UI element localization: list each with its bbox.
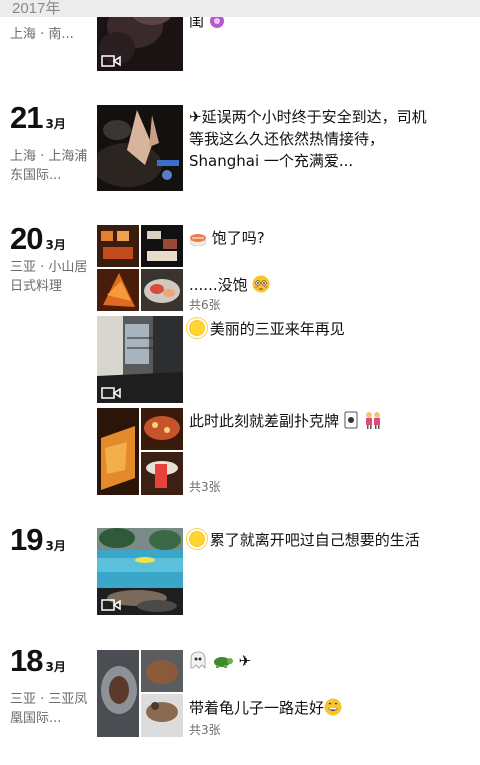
date-month: 3月 [45, 539, 66, 553]
post-text-content: 累了就离开吧过自己想要的生活 [205, 531, 420, 549]
post-text-line1: 饱了吗? [207, 229, 265, 247]
turtle-photo-grid [97, 650, 183, 737]
entry-date: 20 3月 [10, 221, 66, 257]
date-month: 3月 [45, 660, 66, 674]
airplane-icon: ✈ [238, 652, 252, 670]
year-header: 2017年 [0, 0, 480, 17]
date-month: 3月 [45, 238, 66, 252]
video-camera-icon [101, 599, 121, 611]
photo-grid-thumbnail[interactable] [97, 408, 183, 495]
entry-date: 21 3月 [10, 100, 66, 136]
post-text[interactable]: 此时此刻就差副扑克牌 [189, 410, 434, 435]
entry-date: 19 3月 [10, 522, 66, 558]
year-label: 2017年 [12, 0, 61, 17]
food-photo-grid [97, 408, 183, 495]
sun-icon [189, 320, 205, 336]
post-text-line2: ......没饱 [189, 276, 248, 294]
photo-thumbnail-image [97, 105, 183, 191]
sushi-icon [189, 230, 207, 252]
post-text[interactable]: 美丽的三亚来年再见 [189, 318, 434, 340]
date-day: 18 [10, 643, 43, 678]
grinning-face-icon [324, 698, 342, 722]
post-text[interactable]: 饱了吗? ......没饱 [189, 227, 434, 299]
photo-count: 共6张 [189, 298, 221, 312]
date-month: 3月 [45, 117, 66, 131]
post-text-content: 美丽的三亚来年再见 [205, 320, 345, 338]
post-text-content: 此时此刻就差副扑克牌 [189, 412, 340, 430]
photo-grid-thumbnail[interactable] [97, 650, 183, 737]
post-text[interactable]: ✈ 带着龟儿子一路走好 [189, 650, 434, 722]
entry-location: 三亚 · 三亚凤凰国际... [10, 692, 88, 726]
date-day: 20 [10, 221, 43, 256]
entry-location: 上海 · 上海浦东国际... [10, 149, 88, 183]
date-day: 19 [10, 522, 43, 557]
photo-grid-thumbnail[interactable] [97, 225, 183, 311]
entry-date: 18 3月 [10, 643, 66, 679]
photo-count: 共3张 [189, 723, 221, 737]
video-camera-icon [101, 387, 121, 399]
post-text[interactable]: 累了就离开吧过自己想要的生活 [189, 529, 434, 551]
photo-count: 共3张 [189, 480, 221, 494]
video-thumbnail[interactable] [97, 316, 183, 403]
turtle-icon [212, 653, 234, 675]
post-text[interactable]: ✈延误两个小时终于安全到达，司机等我这么久还依然热情接待，Shanghai 一个… [189, 106, 434, 172]
video-camera-icon [101, 55, 121, 67]
video-thumbnail[interactable] [97, 8, 183, 71]
two-women-icon [363, 411, 383, 435]
entry-location: 三亚 · 小山居日式料理 [10, 260, 88, 294]
entry-location: 上海 · 南... [10, 27, 74, 42]
food-photo-grid [97, 225, 183, 311]
sun-icon [189, 531, 205, 547]
flushed-face-icon [252, 275, 270, 299]
ghost-icon [189, 651, 207, 675]
post-text-content: 带着龟儿子一路走好 [189, 699, 325, 717]
photo-thumbnail[interactable] [97, 105, 183, 191]
video-thumbnail[interactable] [97, 528, 183, 615]
playing-card-icon [344, 411, 358, 435]
date-day: 21 [10, 100, 43, 135]
